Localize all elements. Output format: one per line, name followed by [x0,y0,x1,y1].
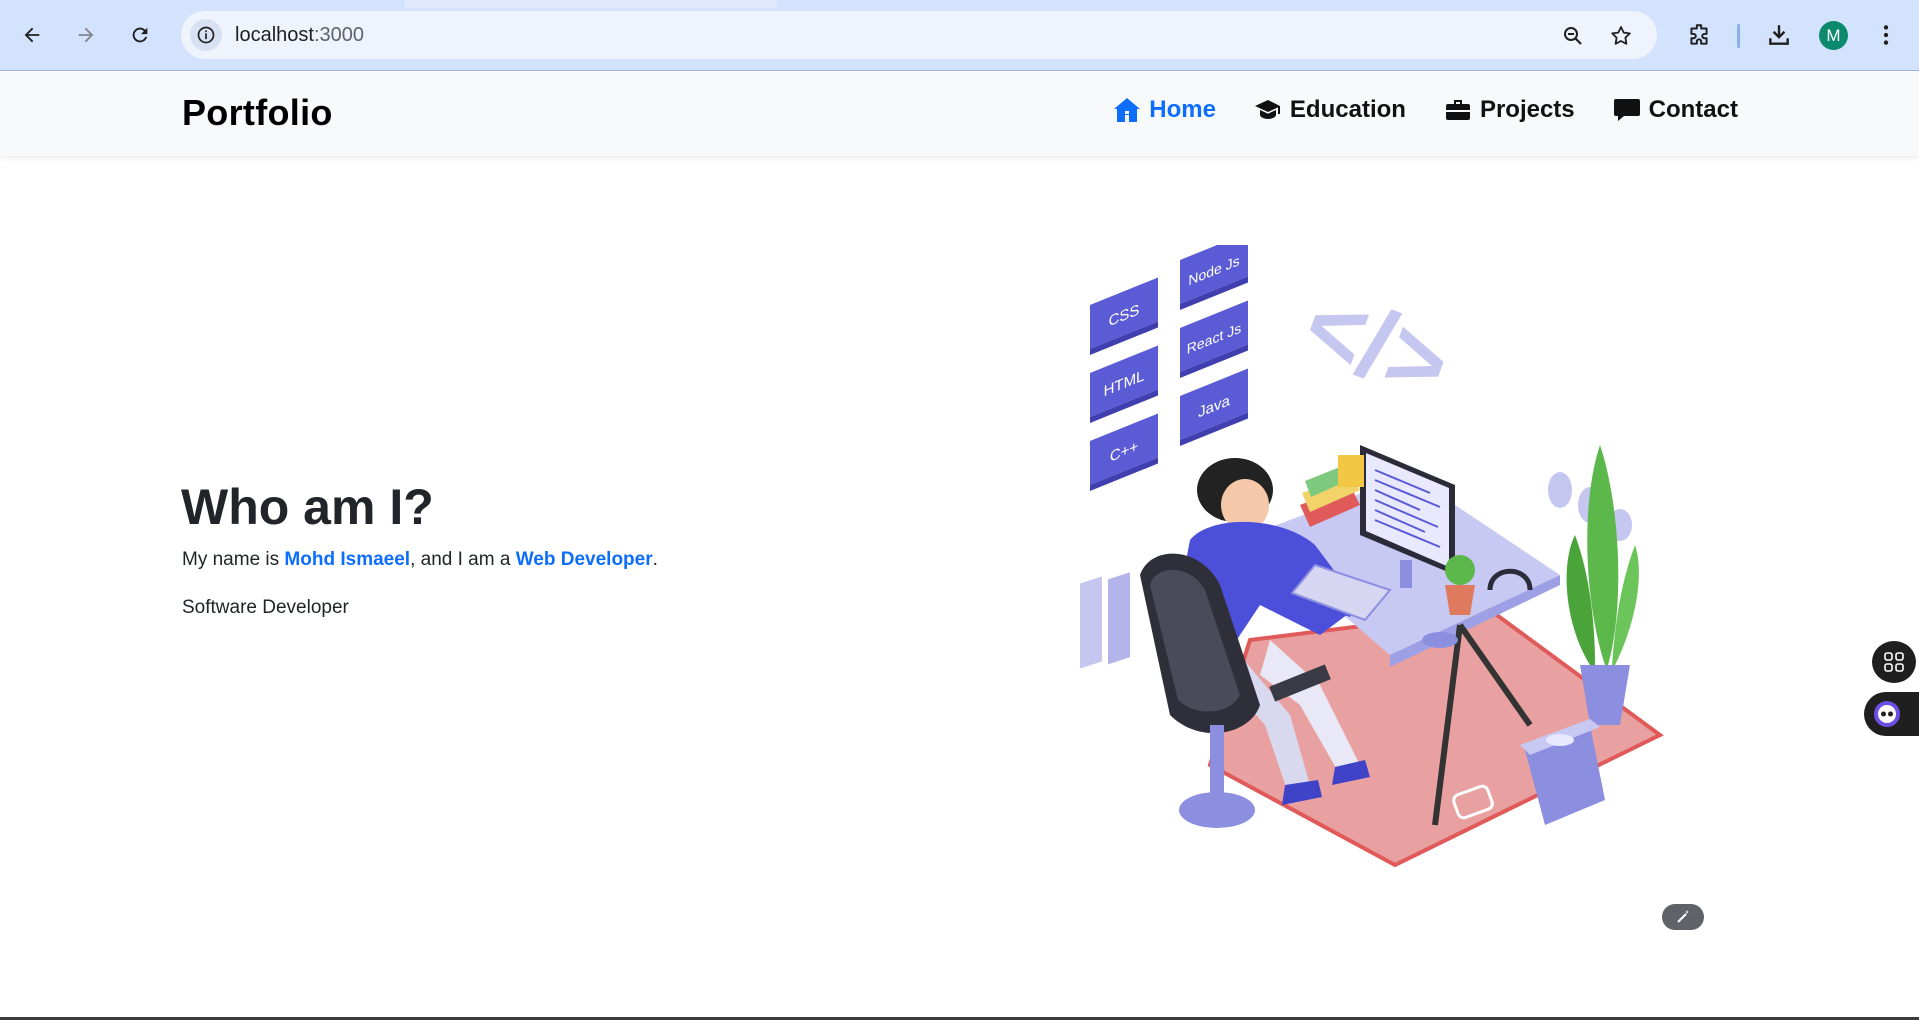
mug [1422,632,1458,648]
star-icon [1611,26,1631,45]
browser-toolbar: localhost:3000 M [0,0,1919,71]
download-icon [1769,25,1789,45]
nav-link-label: Home [1149,96,1216,123]
url-text: localhost:3000 [235,24,364,47]
magic-wand-icon [1677,910,1689,923]
forward-arrow-icon [78,27,94,43]
code-symbol: </> [1290,268,1464,423]
floating-apps-button[interactable] [1872,641,1916,683]
back-button[interactable] [14,17,50,53]
nav-link-education[interactable]: Education [1254,96,1406,124]
intro-suffix: . [652,549,658,570]
nav-link-contact[interactable]: Contact [1613,96,1738,124]
developer-illustration: CSS Node Js HTML React Js C++ Java </> [1080,245,1664,868]
nav-link-label: Education [1289,96,1406,123]
tech-tiles: CSS Node Js HTML React Js C++ Java [1090,245,1248,491]
site-info-button[interactable] [190,19,222,51]
briefcase-icon [1445,100,1470,120]
bookmark-button[interactable] [1608,23,1634,49]
intro-middle: , and I am a [410,549,516,570]
edit-widget-button[interactable] [1662,904,1704,930]
hero-subtitle: Software Developer [182,597,349,618]
url-host: localhost [235,24,314,46]
puzzle-icon [1690,24,1708,45]
address-bar[interactable]: localhost:3000 [181,11,1657,59]
floating-assistant-tab[interactable] [1864,692,1919,736]
nav-links: Home Education Projects Contact [1113,96,1738,124]
reload-button[interactable] [122,17,158,53]
site-navbar: Portfolio Home Education Projects Contac… [0,72,1919,156]
reload-icon [132,27,148,43]
forward-button[interactable] [68,17,104,53]
intro-name: Mohd Ismaeel [284,549,411,570]
downloads-button[interactable] [1764,20,1794,50]
url-port: :3000 [313,24,364,46]
active-tab-indicator [405,0,777,8]
back-arrow-icon [24,27,40,43]
intro-role: Web Developer [515,549,653,570]
info-icon [197,26,215,44]
browser-menu-button[interactable] [1871,20,1901,50]
assistant-bot-icon [1874,701,1900,727]
more-vert-icon [1883,25,1889,45]
nav-link-label: Projects [1479,96,1575,123]
extensions-button[interactable] [1684,20,1714,50]
intro-prefix: My name is [182,549,285,570]
brand-logo[interactable]: Portfolio [182,92,333,134]
nav-link-home[interactable]: Home [1113,96,1216,124]
chat-bubble-icon [1613,99,1640,121]
nav-link-projects[interactable]: Projects [1444,96,1575,124]
toolbar-divider [1737,24,1740,48]
zoom-out-icon [1564,27,1582,45]
pencil-cup [1338,455,1364,487]
graduation-cap-icon [1254,100,1280,119]
house-icon [1114,98,1141,122]
hero-intro: My name is Mohd Ismaeel, and I am a Web … [182,549,658,571]
zoom-button[interactable] [1560,23,1586,49]
grid-icon [1884,652,1904,672]
nav-link-label: Contact [1648,96,1738,123]
small-plant [1445,555,1475,615]
profile-avatar[interactable]: M [1819,21,1848,50]
left-panels [1080,572,1130,669]
hero-title: Who am I? [181,479,434,535]
